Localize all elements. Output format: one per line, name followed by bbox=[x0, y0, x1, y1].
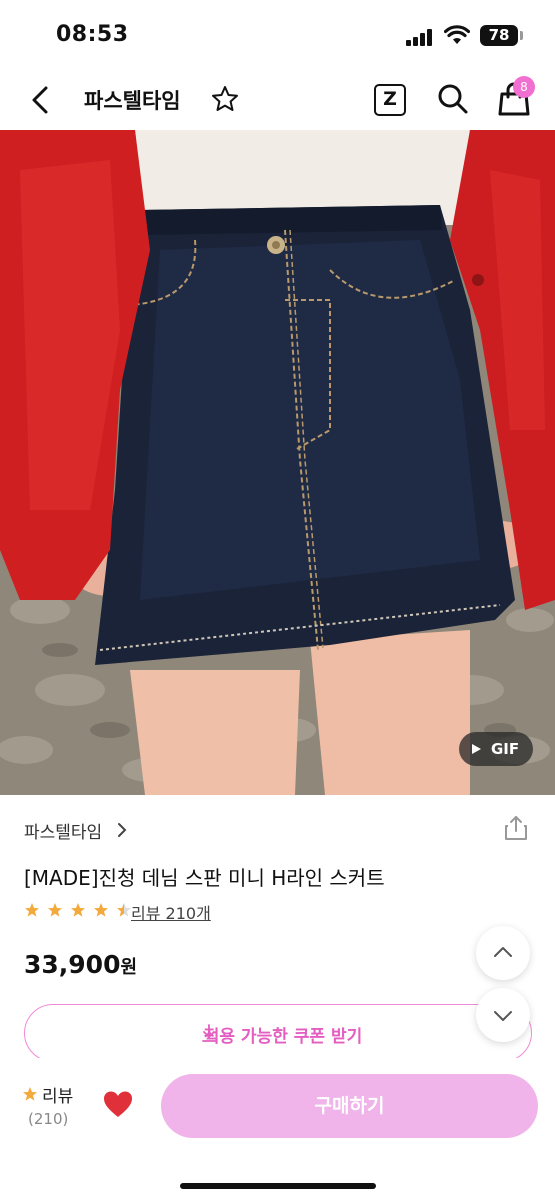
chevron-up-icon bbox=[494, 947, 512, 957]
page-title[interactable]: 파스텔타임 bbox=[84, 85, 181, 115]
product-image[interactable] bbox=[0, 130, 555, 795]
review-star-icon bbox=[23, 1087, 37, 1101]
status-bar: 08:53 78 bbox=[0, 0, 555, 70]
star-icon bbox=[71, 903, 86, 917]
battery-tip bbox=[520, 31, 523, 40]
share-icon[interactable] bbox=[503, 814, 529, 842]
gif-badge[interactable]: GIF bbox=[459, 732, 533, 766]
review-count-link[interactable]: 리뷰 210개 bbox=[131, 900, 211, 924]
review-label[interactable]: 리뷰 bbox=[42, 1082, 73, 1107]
buy-button[interactable]: 구매하기 bbox=[161, 1074, 538, 1138]
coupon-label: 적용 가능한 쿠폰 받기 bbox=[203, 1027, 363, 1047]
star-icon bbox=[25, 903, 39, 917]
status-time: 08:53 bbox=[56, 22, 129, 47]
price: 33,900원 bbox=[24, 950, 137, 979]
coupon-button[interactable]: 적용 가능한 쿠폰 받기 bbox=[24, 1004, 532, 1062]
bottom-action-bar: 리뷰 (210) 구매하기 bbox=[0, 1058, 555, 1200]
home-indicator bbox=[180, 1183, 376, 1189]
wifi-icon bbox=[444, 25, 470, 44]
battery-icon: 78 bbox=[480, 25, 518, 46]
play-icon bbox=[472, 744, 481, 754]
favorite-star-icon[interactable] bbox=[210, 84, 240, 114]
price-number: 33,900 bbox=[24, 950, 121, 979]
back-arrow-icon[interactable] bbox=[22, 80, 62, 120]
chevron-right-icon bbox=[118, 823, 127, 837]
search-icon[interactable] bbox=[436, 82, 470, 116]
product-title: [MADE]진청 데님 스판 미니 H라인 스커트 bbox=[24, 866, 385, 890]
scroll-down-button[interactable] bbox=[476, 988, 530, 1042]
heart-icon[interactable] bbox=[102, 1090, 134, 1118]
cart-count-badge: 8 bbox=[513, 76, 535, 98]
scroll-up-button[interactable] bbox=[476, 926, 530, 980]
product-photo bbox=[0, 130, 555, 795]
zigzag-z-icon[interactable]: Z bbox=[374, 84, 406, 116]
price-unit: 원 bbox=[120, 957, 138, 978]
nav-bar: 파스텔타임 Z 8 bbox=[0, 70, 555, 130]
cellular-signal-icon bbox=[406, 28, 434, 46]
star-icon bbox=[48, 903, 63, 917]
half-star-icon bbox=[117, 903, 132, 917]
review-count[interactable]: (210) bbox=[28, 1110, 68, 1128]
star-icon bbox=[94, 903, 109, 917]
brand-link[interactable]: 파스텔타임 bbox=[24, 818, 102, 843]
chevron-down-icon bbox=[494, 1011, 512, 1021]
rating-stars bbox=[24, 902, 134, 922]
